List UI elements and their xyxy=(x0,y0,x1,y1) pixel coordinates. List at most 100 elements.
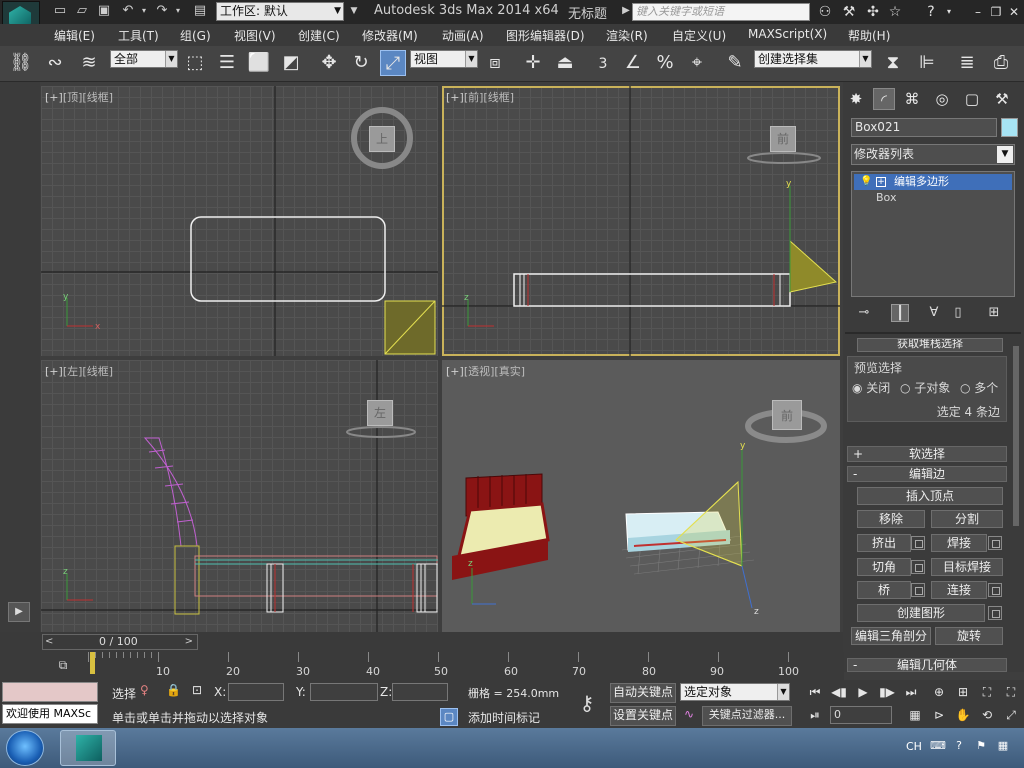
window-crossing-icon[interactable]: ◩ xyxy=(278,50,304,76)
select-object-icon[interactable]: ⬚ xyxy=(182,50,208,76)
pan-icon[interactable]: ✋ xyxy=(954,706,972,724)
search-input[interactable]: 键入关键字或短语 xyxy=(632,3,810,21)
render-setup-icon[interactable]: ⎙ xyxy=(988,50,1014,76)
display-tab-icon[interactable]: ▢ xyxy=(961,88,983,110)
zoom-extents-icon[interactable]: ⛶ xyxy=(978,683,996,701)
next-key-icon[interactable]: ▮▶ xyxy=(878,683,896,701)
bridge-settings-icon[interactable] xyxy=(911,583,925,597)
new-file-icon[interactable]: ▭ xyxy=(52,3,68,19)
redo-dropdown-icon[interactable]: ▾ xyxy=(170,3,186,19)
go-to-start-icon[interactable]: ⏮ xyxy=(806,683,824,701)
field-of-view-icon[interactable]: ⊳ xyxy=(930,706,948,724)
create-shape-button[interactable]: 创建图形 xyxy=(857,604,985,622)
stack-item-box[interactable]: Box xyxy=(854,190,1012,206)
network-icon[interactable]: ▦ xyxy=(996,739,1010,753)
select-manipulate-icon[interactable]: ✛ xyxy=(520,50,546,76)
edit-named-selection-icon[interactable]: ✎ xyxy=(722,50,748,76)
extrude-button[interactable]: 挤出 xyxy=(857,534,911,552)
orbit-icon[interactable]: ⟲ xyxy=(978,706,996,724)
chamfer-button[interactable]: 切角 xyxy=(857,558,911,576)
prev-frame-icon[interactable]: < xyxy=(45,636,53,647)
time-slider[interactable]: < 0 / 100 > xyxy=(42,634,198,650)
chamfer-settings-icon[interactable] xyxy=(911,560,925,574)
viewcube-icon[interactable]: 上 xyxy=(369,126,395,152)
set-key-button[interactable]: 设置关键点 xyxy=(610,706,676,726)
hierarchy-tab-icon[interactable]: ⌘ xyxy=(901,88,923,110)
pin-stack-icon[interactable]: ⊸ xyxy=(855,304,873,322)
weld-button[interactable]: 焊接 xyxy=(931,534,987,552)
weld-settings-icon[interactable] xyxy=(988,536,1002,550)
radio-multi[interactable]: ○ 多个 xyxy=(960,379,998,396)
curve-editor-icon[interactable]: ⧉ xyxy=(52,654,74,676)
customize-qa-icon[interactable]: ▼ xyxy=(346,3,362,19)
connect-button[interactable]: 连接 xyxy=(931,581,987,599)
expand-plus-icon[interactable]: + xyxy=(876,177,886,187)
percent-snap-icon[interactable]: % xyxy=(652,50,678,76)
auto-key-button[interactable]: 自动关键点 xyxy=(610,683,676,703)
object-color-swatch[interactable] xyxy=(1001,118,1018,137)
menu-rendering[interactable]: 渲染(R) xyxy=(606,27,648,44)
layer-manager-icon[interactable]: ≣ xyxy=(954,50,980,76)
configure-sets-icon[interactable]: ⊞ xyxy=(985,304,1003,322)
subscription-icon[interactable]: ⚒ xyxy=(840,3,858,21)
named-selection-dropdown[interactable]: 创建选择集 ▼ xyxy=(754,50,872,68)
show-end-result-icon[interactable]: ┃ xyxy=(891,304,909,322)
select-by-name-icon[interactable]: ☰ xyxy=(214,50,240,76)
radio-off[interactable]: ◉ 关闭 xyxy=(852,379,890,396)
keyboard-icon[interactable]: ⌨ xyxy=(930,739,946,753)
close-icon[interactable]: ✕ xyxy=(1006,4,1022,20)
binoculars-icon[interactable]: ⚇ xyxy=(816,3,834,21)
isolate-icon[interactable]: ♀ xyxy=(140,683,149,697)
key-mode-dropdown[interactable]: 选定对象 ▼ xyxy=(680,683,790,701)
viewport-top[interactable]: [+][顶][线框] y x 上 xyxy=(41,86,438,356)
get-stack-selection-button[interactable]: 获取堆栈选择 xyxy=(857,338,1003,352)
restore-icon[interactable]: ❐ xyxy=(988,4,1004,20)
time-config-icon[interactable]: ▦ xyxy=(906,706,924,724)
link-icon[interactable]: ⛓ xyxy=(8,50,34,76)
y-field[interactable] xyxy=(310,683,378,701)
menu-graph-editors[interactable]: 图形编辑器(D) xyxy=(506,27,585,44)
add-time-tag[interactable]: 添加时间标记 xyxy=(468,709,540,726)
panel-scrollbar[interactable] xyxy=(1013,346,1019,526)
help-dropdown-icon[interactable]: ▾ xyxy=(940,3,958,21)
create-tab-icon[interactable]: ✸ xyxy=(845,88,867,110)
viewport-front[interactable]: [+][前][线框] y z 前 xyxy=(442,86,840,356)
menu-tools[interactable]: 工具(T) xyxy=(118,27,159,44)
edit-triangulation-button[interactable]: 编辑三角剖分 xyxy=(851,627,931,645)
key-filters-button[interactable]: 关键点过滤器... xyxy=(702,706,792,726)
selection-filter-dropdown[interactable]: 全部 ▼ xyxy=(110,50,178,68)
save-icon[interactable]: ▣ xyxy=(96,3,112,19)
taskbar-3dsmax-button[interactable] xyxy=(60,730,116,766)
pivot-center-icon[interactable]: ⧈ xyxy=(482,50,508,76)
z-field[interactable] xyxy=(392,683,448,701)
workspace-dropdown[interactable]: 工作区: 默认 ▼ xyxy=(216,2,344,21)
key-icon[interactable]: ⚷ xyxy=(568,684,606,722)
edit-edges-rollout[interactable]: - 编辑边 xyxy=(847,466,1007,482)
soft-selection-rollout[interactable]: + 软选择 xyxy=(847,446,1007,462)
move-icon[interactable]: ✥ xyxy=(316,50,342,76)
lock-icon[interactable]: 🔒 xyxy=(166,683,181,697)
project-folder-icon[interactable]: ▤ xyxy=(192,3,208,19)
menu-animation[interactable]: 动画(A) xyxy=(442,27,484,44)
menu-create[interactable]: 创建(C) xyxy=(298,27,340,44)
unlink-icon[interactable]: ∾ xyxy=(42,50,68,76)
undo-dropdown-icon[interactable]: ▾ xyxy=(136,3,152,19)
maximize-viewport-icon[interactable]: ⤢ xyxy=(1002,706,1020,724)
angle-snap-icon[interactable]: ∠ xyxy=(620,50,646,76)
menu-views[interactable]: 视图(V) xyxy=(234,27,276,44)
target-weld-button[interactable]: 目标焊接 xyxy=(931,558,1003,576)
rotate-icon[interactable]: ↻ xyxy=(348,50,374,76)
minimize-icon[interactable]: – xyxy=(970,4,986,20)
menu-group[interactable]: 组(G) xyxy=(180,27,211,44)
radio-subobject[interactable]: ○ 子对象 xyxy=(900,379,950,396)
expand-ribbon-icon[interactable]: ▶ xyxy=(8,602,30,622)
help-tray-icon[interactable]: ? xyxy=(952,739,966,753)
undo-icon[interactable]: ↶ xyxy=(120,3,136,19)
remove-modifier-icon[interactable]: ▯ xyxy=(949,304,967,322)
viewport-left[interactable]: [+][左][线框] z 左 xyxy=(41,360,438,632)
extrude-settings-icon[interactable] xyxy=(911,536,925,550)
viewcube-icon[interactable]: 左 xyxy=(367,400,393,426)
snaps-toggle-icon[interactable]: 3 xyxy=(590,50,616,76)
play-icon[interactable]: ▶ xyxy=(854,683,872,701)
key-filter-curve-icon[interactable]: ∿ xyxy=(684,707,694,721)
